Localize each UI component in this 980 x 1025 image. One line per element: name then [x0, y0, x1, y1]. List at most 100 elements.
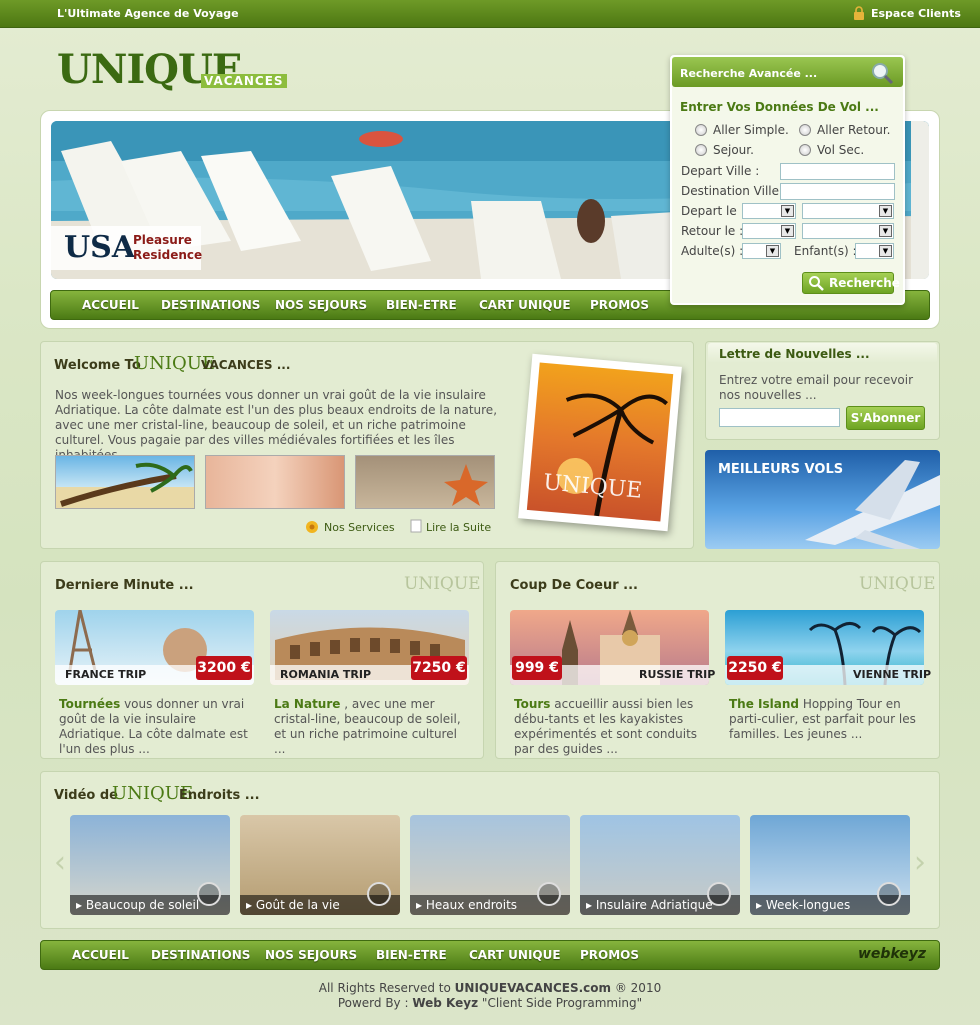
thumb-palm-beach[interactable]: [55, 455, 195, 509]
video-label-text: Week-longues: [765, 898, 851, 912]
copyright-line: All Rights Reserved to UNIQUEVACANCES.co…: [0, 981, 980, 995]
nav-destinations[interactable]: DESTINATIONS: [161, 298, 260, 312]
video-label-2: ▸ Goût de la vie: [246, 898, 340, 912]
newsletter-email-input[interactable]: [719, 408, 840, 427]
search-form-title: Entrer Vos Données De Vol ...: [680, 100, 879, 114]
powered-suffix: "Client Side Programming": [481, 996, 643, 1010]
play-icon[interactable]: [707, 882, 731, 906]
polaroid-photo: UNIQUE: [518, 353, 682, 532]
video-label-4: ▸ Insulaire Adriatique: [586, 898, 713, 912]
powered-prefix: Powerd By :: [337, 996, 409, 1010]
coeur-brand-watermark: UNIQUE: [859, 574, 936, 594]
lire-la-suite-link[interactable]: Lire la Suite: [426, 521, 491, 534]
video-title-suffix: Endroits ...: [179, 788, 260, 803]
flower-icon: [306, 521, 318, 533]
tagline: L'Ultimate Agence de Voyage: [57, 7, 239, 20]
play-icon[interactable]: [197, 882, 221, 906]
copyright-site[interactable]: UNIQUEVACANCES.com: [455, 981, 611, 995]
trip-desc-romania: La Nature , avec une mer cristal-line, b…: [274, 697, 469, 757]
video-label-text: Heaux endroits: [425, 898, 518, 912]
radio-label-aller-retour: Aller Retour.: [817, 123, 891, 137]
nav-cart-unique[interactable]: CART UNIQUE: [479, 298, 571, 312]
welcome-text: Nos week-longues tournées vous donner un…: [55, 388, 498, 462]
radio-vol-sec[interactable]: [799, 144, 811, 156]
adultes-select[interactable]: ▼: [742, 243, 781, 259]
retour-le-day-select[interactable]: ▼: [742, 223, 796, 239]
search-header-title: Recherche Avancée ...: [680, 67, 818, 80]
trip-desc-bold: The Island: [729, 697, 799, 711]
video-title-prefix: Vidéo de: [54, 788, 118, 803]
powered-name[interactable]: Web Keyz: [412, 996, 478, 1010]
nos-services-link[interactable]: Nos Services: [324, 521, 395, 534]
magnifier-icon[interactable]: [870, 61, 894, 85]
coup-de-coeur-title: Coup De Coeur ...: [510, 578, 638, 593]
footer-nav-bien-etre[interactable]: BIEN-ETRE: [376, 948, 447, 962]
newsletter-text: Entrez votre email pour recevoir nos nou…: [719, 373, 914, 402]
play-icon[interactable]: [367, 882, 391, 906]
nav-bien-etre[interactable]: BIEN-ETRE: [386, 298, 457, 312]
trip-desc-bold: Tournées: [59, 697, 121, 711]
footer-nav-cart-unique[interactable]: CART UNIQUE: [469, 948, 561, 962]
radio-aller-simple[interactable]: [695, 124, 707, 136]
trip-desc-vienne: The Island Hopping Tour en parti-culier,…: [729, 697, 924, 742]
enfants-label: Enfant(s) :: [794, 244, 857, 258]
price-badge-romania: 7250 €: [411, 656, 467, 680]
radio-label-vol-sec: Vol Sec.: [817, 143, 865, 157]
video-label-text: Beaucoup de soleil: [85, 898, 200, 912]
search-panel: [670, 55, 905, 305]
espace-clients-link[interactable]: Espace Clients: [871, 7, 961, 20]
depart-ville-label: Depart Ville :: [681, 164, 760, 178]
carousel-next-arrow[interactable]: ›: [914, 845, 926, 880]
newsletter-title: Lettre de Nouvelles ...: [719, 347, 870, 361]
subscribe-button[interactable]: S'Abonner: [846, 406, 925, 430]
copyright-suffix: ® 2010: [614, 981, 662, 995]
destination-ville-input[interactable]: [780, 183, 895, 200]
enfants-select[interactable]: ▼: [855, 243, 894, 259]
document-icon: [410, 519, 422, 533]
nav-nos-sejours[interactable]: NOS SEJOURS: [275, 298, 367, 312]
welcome-title-suffix: VACANCES ...: [201, 358, 291, 372]
footer-nav-destinations[interactable]: DESTINATIONS: [151, 948, 250, 962]
derniere-minute-title: Derniere Minute ...: [55, 578, 194, 593]
video-label-text: Insulaire Adriatique: [595, 898, 713, 912]
trip-desc-bold: La Nature: [274, 697, 341, 711]
welcome-title-prefix: Welcome To: [54, 358, 141, 373]
play-icon[interactable]: [877, 882, 901, 906]
play-icon[interactable]: [537, 882, 561, 906]
chevron-down-icon: ▼: [781, 205, 794, 217]
chevron-down-icon: ▼: [879, 245, 892, 257]
hero-country: USA: [64, 230, 136, 265]
nav-accueil[interactable]: ACCUEIL: [82, 298, 139, 312]
derniere-brand-watermark: UNIQUE: [404, 574, 481, 594]
webkeyz-logo[interactable]: webkeyz: [858, 946, 926, 962]
chevron-down-icon: ▼: [766, 245, 779, 257]
starfish-icon: [444, 464, 488, 506]
retour-le-month-select[interactable]: ▼: [802, 223, 894, 239]
footer-nav-nos-sejours[interactable]: NOS SEJOURS: [265, 948, 357, 962]
radio-aller-retour[interactable]: [799, 124, 811, 136]
radio-label-aller-simple: Aller Simple.: [713, 123, 789, 137]
thumb-massage[interactable]: [205, 455, 345, 509]
meilleurs-vols-label: MEILLEURS VOLS: [718, 462, 844, 477]
carousel-prev-arrow[interactable]: ‹: [54, 845, 66, 880]
footer-nav-accueil[interactable]: ACCUEIL: [72, 948, 129, 962]
footer-nav-promos[interactable]: PROMOS: [580, 948, 639, 962]
trip-label-romania: ROMANIA TRIP: [280, 668, 372, 681]
trip-label-france: FRANCE TRIP: [65, 668, 147, 681]
copyright-prefix: All Rights Reserved to: [318, 981, 451, 995]
depart-ville-input[interactable]: [780, 163, 895, 180]
hero-caption-line1: Pleasure: [133, 233, 192, 247]
powered-line: Powerd By : Web Keyz "Client Side Progra…: [0, 996, 980, 1010]
depart-le-day-select[interactable]: ▼: [742, 203, 796, 219]
price-badge-russie: 999 €: [512, 656, 562, 680]
adultes-label: Adulte(s) :: [681, 244, 744, 258]
thumb-starfish[interactable]: [355, 455, 495, 509]
nav-promos[interactable]: PROMOS: [590, 298, 649, 312]
video-label-1: ▸ Beaucoup de soleil: [76, 898, 200, 912]
chevron-down-icon: ▼: [879, 225, 892, 237]
price-badge-france: 3200 €: [196, 656, 252, 680]
retour-le-label: Retour le :: [681, 224, 744, 238]
trip-desc-bold: Tours: [514, 697, 551, 711]
radio-sejour[interactable]: [695, 144, 707, 156]
depart-le-month-select[interactable]: ▼: [802, 203, 894, 219]
